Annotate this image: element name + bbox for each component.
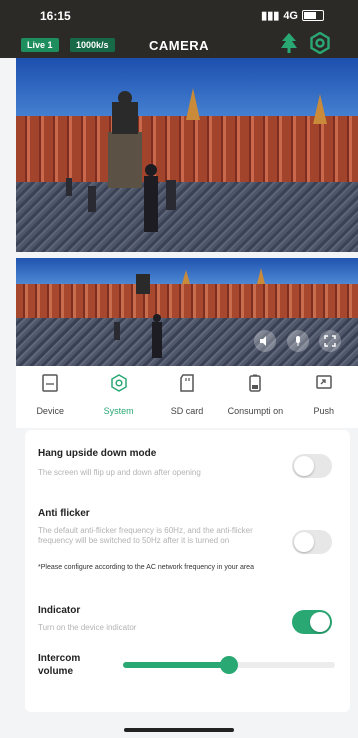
system-icon: [110, 374, 127, 392]
camera-scene-detail: [114, 268, 265, 358]
tab-system[interactable]: System: [84, 366, 152, 428]
fullscreen-button[interactable]: [319, 330, 341, 352]
tab-label: Device: [36, 406, 64, 416]
battery-icon: [249, 374, 262, 392]
tab-device[interactable]: Device: [16, 366, 84, 428]
anti-flicker-note: *Please configure according to the AC ne…: [38, 564, 254, 571]
push-icon: [316, 375, 332, 389]
anti-flicker-description: The default anti-flicker frequency is 60…: [38, 526, 253, 545]
device-icon: [42, 374, 58, 392]
toggle-knob: [310, 612, 330, 632]
fullscreen-icon: [324, 335, 336, 347]
anti-flicker-title: Anti flicker: [38, 508, 90, 519]
signal-icon: ▮▮▮: [261, 10, 280, 22]
camera-view-secondary[interactable]: [16, 258, 358, 366]
settings-tab-bar: Device System SD card Consumpti on Push: [16, 366, 358, 428]
tree-icon[interactable]: [278, 32, 300, 54]
tab-sd-card[interactable]: SD card: [153, 366, 221, 428]
tab-push[interactable]: Push: [290, 366, 358, 428]
anti-flicker-toggle[interactable]: [292, 530, 332, 554]
network-label: 4G: [283, 9, 298, 22]
volume-icon: [260, 336, 266, 346]
camera-control-button[interactable]: [254, 330, 276, 352]
toggle-knob: [294, 456, 314, 476]
tab-consumption[interactable]: Consumpti on: [221, 366, 289, 428]
battery-icon: [302, 10, 324, 21]
indicator-toggle[interactable]: [292, 610, 332, 634]
tab-label: Push: [313, 406, 335, 416]
camera-view-main[interactable]: [16, 58, 358, 252]
hang-upside-title: Hang upside down mode: [38, 448, 157, 459]
hang-upside-toggle[interactable]: [292, 454, 332, 478]
sd-card-icon: [180, 374, 194, 392]
slider-fill: [123, 662, 229, 668]
top-bar: 16:15 ▮▮▮ 4G Live 1 1000k/s CAMERA: [0, 0, 358, 58]
hang-upside-description: The screen will flip up and down after o…: [38, 468, 201, 477]
tab-label: System: [103, 406, 134, 416]
page-title: CAMERA: [148, 38, 210, 53]
tab-label: SD card: [170, 406, 204, 416]
indicator-description: Turn on the device indicator: [38, 623, 137, 632]
camera-scene-detail: [66, 88, 327, 232]
system-settings-panel: Hang upside down mode The screen will fl…: [25, 430, 350, 712]
status-time: 16:15: [40, 9, 71, 23]
tab-label: Consumpti on: [227, 406, 284, 416]
home-indicator: [124, 728, 234, 732]
indicator-title: Indicator: [38, 605, 81, 616]
camera-control-button[interactable]: [287, 330, 309, 352]
toggle-knob: [294, 532, 314, 552]
intercom-volume-slider[interactable]: [123, 656, 335, 674]
intercom-volume-title: Intercom volume: [38, 653, 81, 677]
mic-icon: [296, 336, 300, 346]
status-indicators: ▮▮▮ 4G: [261, 9, 324, 22]
slider-handle[interactable]: [220, 656, 238, 674]
gear-icon[interactable]: [309, 32, 331, 54]
